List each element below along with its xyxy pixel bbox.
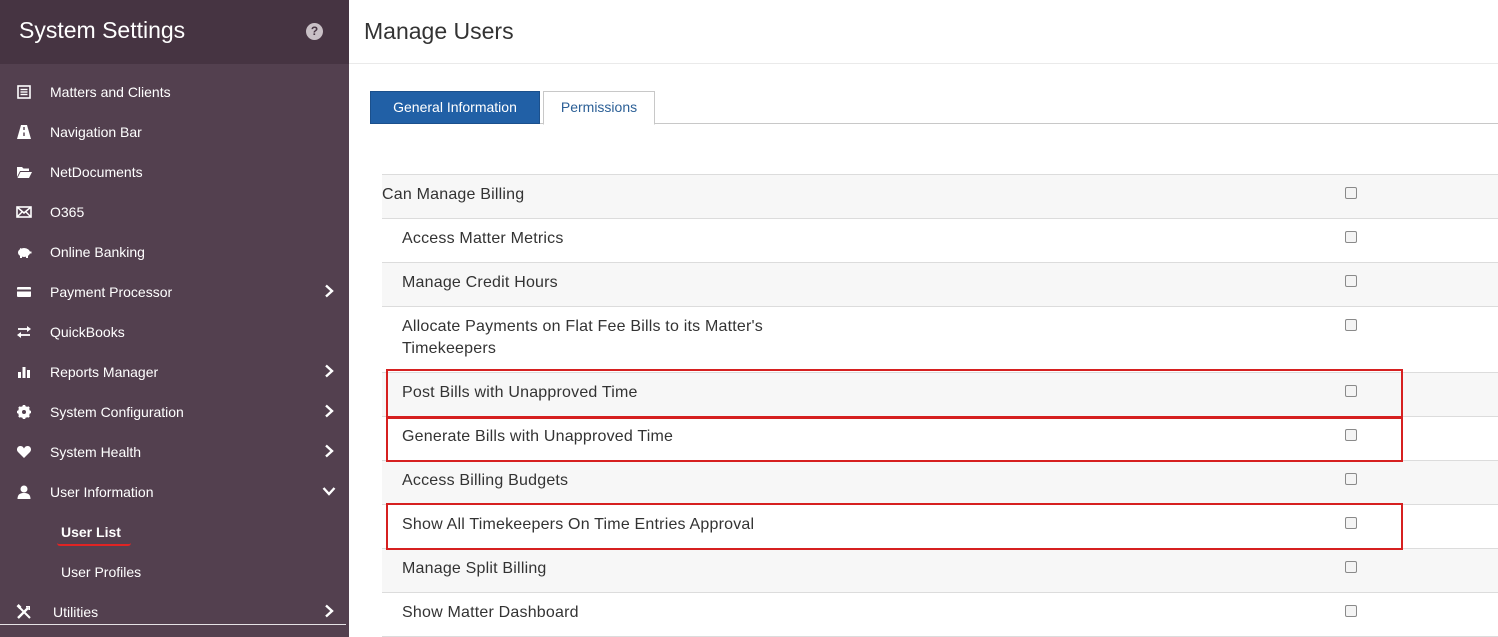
permission-row: Manage Split Billing bbox=[382, 548, 1498, 592]
permission-checkbox[interactable] bbox=[1345, 187, 1357, 199]
sidebar-item-reports-manager[interactable]: Reports Manager bbox=[0, 352, 349, 392]
main-header: Manage Users bbox=[349, 0, 1498, 64]
sidebar-item-label: Navigation Bar bbox=[50, 124, 142, 140]
sidebar-item-utilities[interactable]: Utilities bbox=[0, 592, 349, 632]
chevron-right-icon bbox=[325, 404, 334, 418]
sidebar-item-label: QuickBooks bbox=[50, 324, 125, 340]
sidebar-item-online-banking[interactable]: Online Banking bbox=[0, 232, 349, 272]
sidebar-item-label: O365 bbox=[50, 204, 85, 220]
permission-label: Manage Split Billing bbox=[402, 560, 547, 577]
road-icon bbox=[17, 125, 31, 139]
sidebar-title: System Settings bbox=[19, 17, 186, 43]
sidebar-item-navigation-bar[interactable]: Navigation Bar bbox=[0, 112, 349, 152]
permission-row: Allocate Payments on Flat Fee Bills to i… bbox=[382, 306, 1498, 372]
sidebar-item-netdocuments[interactable]: NetDocuments bbox=[0, 152, 349, 192]
tab-permissions[interactable]: Permissions bbox=[543, 91, 655, 125]
highlight-box bbox=[386, 503, 1403, 550]
envelope-icon bbox=[16, 206, 32, 218]
highlight-box bbox=[386, 417, 1403, 462]
permission-checkbox[interactable] bbox=[1345, 275, 1357, 287]
heart-icon bbox=[16, 446, 32, 458]
sidebar: System Settings ? Matters and Clients Na… bbox=[0, 0, 349, 637]
chevron-right-icon bbox=[325, 604, 334, 618]
chevron-right-icon bbox=[325, 444, 334, 458]
page-title: Manage Users bbox=[364, 18, 514, 44]
sidebar-item-system-configuration[interactable]: System Configuration bbox=[0, 392, 349, 432]
permission-label: Access Matter Metrics bbox=[402, 230, 564, 247]
piggy-bank-icon bbox=[18, 248, 32, 258]
permission-label: Allocate Payments on Flat Fee Bills to i… bbox=[402, 318, 763, 357]
credit-card-icon bbox=[17, 287, 31, 297]
sidebar-divider bbox=[0, 624, 346, 625]
swap-arrows-icon bbox=[17, 326, 31, 338]
permission-row: Can Manage Billing bbox=[382, 174, 1498, 218]
sidebar-subitem-user-list[interactable]: User List bbox=[0, 512, 349, 552]
permission-checkbox[interactable] bbox=[1345, 473, 1357, 485]
sidebar-item-matters-and-clients[interactable]: Matters and Clients bbox=[0, 72, 349, 112]
sidebar-item-label: Matters and Clients bbox=[50, 84, 171, 100]
tools-icon bbox=[16, 604, 31, 619]
gear-icon bbox=[17, 405, 31, 419]
sidebar-item-quickbooks[interactable]: QuickBooks bbox=[0, 312, 349, 352]
chevron-right-icon bbox=[325, 284, 334, 298]
sidebar-header: System Settings ? bbox=[0, 0, 349, 64]
sidebar-item-label: System Configuration bbox=[50, 404, 184, 420]
sidebar-item-label: Reports Manager bbox=[50, 364, 159, 380]
permission-label: Can Manage Billing bbox=[382, 186, 525, 203]
chevron-right-icon bbox=[325, 364, 334, 378]
active-item-underline bbox=[57, 543, 131, 546]
sidebar-item-user-information[interactable]: User Information bbox=[0, 472, 349, 512]
sidebar-item-label: User Information bbox=[50, 484, 154, 500]
chevron-down-icon bbox=[322, 487, 336, 496]
permission-checkbox[interactable] bbox=[1345, 605, 1357, 617]
folder-open-icon bbox=[17, 167, 32, 178]
help-icon[interactable]: ? bbox=[306, 23, 323, 40]
permission-checkbox[interactable] bbox=[1345, 231, 1357, 243]
permission-row: Access Billing Budgets bbox=[382, 460, 1498, 504]
sidebar-item-label: Online Banking bbox=[50, 244, 145, 260]
sidebar-item-label: NetDocuments bbox=[50, 164, 143, 180]
list-icon bbox=[17, 85, 31, 99]
permission-label: Manage Credit Hours bbox=[402, 274, 558, 291]
permission-label: Access Billing Budgets bbox=[402, 472, 569, 489]
permission-checkbox[interactable] bbox=[1345, 319, 1357, 331]
permission-label: Show Matter Dashboard bbox=[402, 604, 579, 621]
sidebar-item-o365[interactable]: O365 bbox=[0, 192, 349, 232]
permission-row: Manage Credit Hours bbox=[382, 262, 1498, 306]
sidebar-item-label: Utilities bbox=[53, 604, 99, 620]
sidebar-item-payment-processor[interactable]: Payment Processor bbox=[0, 272, 349, 312]
sidebar-item-system-health[interactable]: System Health bbox=[0, 432, 349, 472]
sidebar-subitem-label: User List bbox=[61, 524, 121, 540]
sidebar-subitem-user-profiles[interactable]: User Profiles bbox=[0, 552, 349, 592]
permission-row: Access Matter Metrics bbox=[382, 218, 1498, 262]
bar-chart-icon bbox=[18, 367, 30, 378]
permission-row: Show Matter Dashboard bbox=[382, 592, 1498, 636]
highlight-box bbox=[386, 369, 1403, 418]
sidebar-item-label: System Health bbox=[50, 444, 142, 460]
sidebar-item-label: Payment Processor bbox=[50, 284, 173, 300]
sidebar-subitem-label: User Profiles bbox=[61, 564, 142, 580]
permission-checkbox[interactable] bbox=[1345, 561, 1357, 573]
user-icon bbox=[17, 485, 31, 499]
tab-general-information[interactable]: General Information bbox=[370, 91, 540, 124]
